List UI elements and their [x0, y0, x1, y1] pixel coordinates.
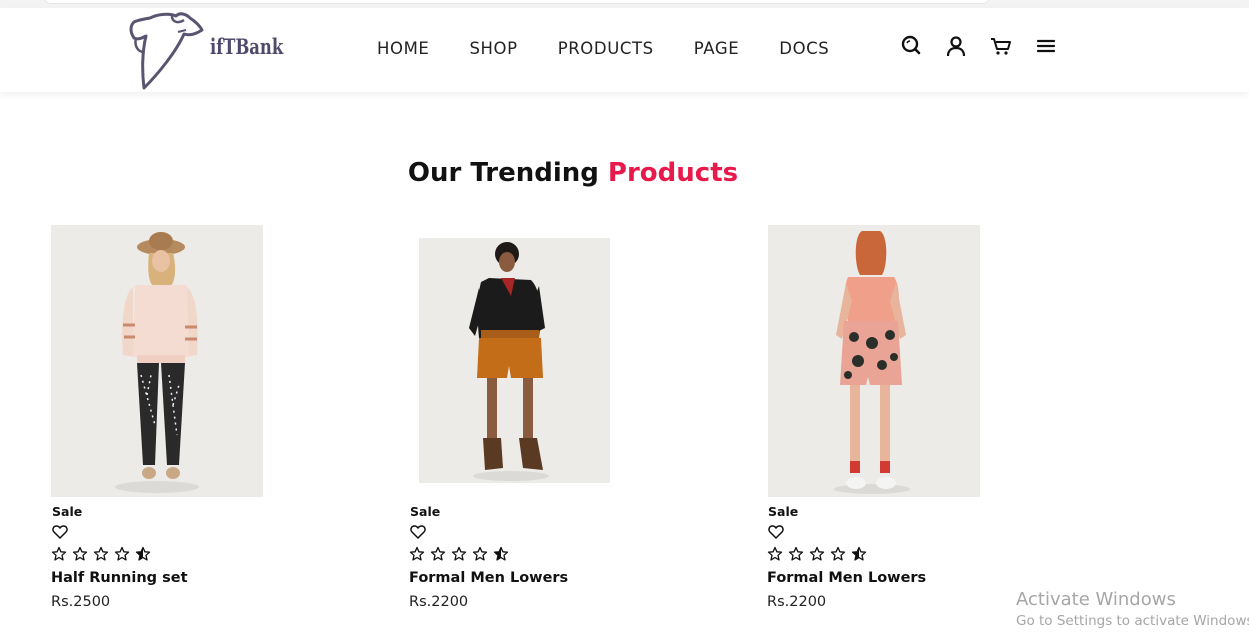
nav-item-page[interactable]: PAGE [694, 39, 740, 58]
sale-badge: Sale [410, 504, 441, 519]
nav-item-shop[interactable]: SHOP [469, 39, 517, 58]
cart-icon[interactable] [989, 34, 1013, 58]
star-outline-icon [114, 546, 135, 562]
nav-item-docs[interactable]: DOCS [779, 39, 829, 58]
product-image[interactable] [51, 225, 263, 497]
rating-stars [51, 546, 156, 562]
star-outline-icon [409, 546, 430, 562]
main-navigation: HOME SHOP PRODUCTS PAGE DOCS [377, 39, 869, 58]
menu-icon[interactable] [1034, 34, 1058, 58]
section-title-accent: Products [607, 158, 739, 188]
wishlist-heart-icon[interactable] [768, 524, 784, 540]
wishlist-heart-icon[interactable] [410, 524, 426, 540]
browser-top-strip [0, 0, 1249, 8]
tshirt-logo-icon [129, 12, 204, 90]
star-outline-icon [430, 546, 451, 562]
browser-address-bar[interactable] [44, 0, 990, 4]
product-name[interactable]: Half Running set [51, 570, 188, 586]
product-name[interactable]: Formal Men Lowers [409, 570, 568, 586]
star-half-icon [493, 546, 514, 562]
product-price: Rs.2200 [767, 594, 827, 610]
star-outline-icon [788, 546, 809, 562]
section-title: Our Trending Products [0, 158, 1146, 188]
site-logo[interactable]: ifTBank [128, 12, 318, 90]
user-icon[interactable] [944, 34, 968, 58]
site-header: ifTBank HOME SHOP PRODUCTS PAGE DOCS [0, 8, 1249, 92]
star-outline-icon [767, 546, 788, 562]
star-outline-icon [809, 546, 830, 562]
section-title-main: Our Trending [407, 158, 608, 188]
star-outline-icon [472, 546, 493, 562]
rating-stars [767, 546, 872, 562]
product-price: Rs.2200 [409, 594, 469, 610]
windows-activation-watermark: Activate Windows Go to Settings to activ… [1016, 589, 1249, 629]
product-name[interactable]: Formal Men Lowers [767, 570, 926, 586]
star-outline-icon [72, 546, 93, 562]
star-outline-icon [93, 546, 114, 562]
nav-item-products[interactable]: PRODUCTS [558, 39, 654, 58]
product-image[interactable] [768, 225, 980, 497]
star-half-icon [851, 546, 872, 562]
wishlist-heart-icon[interactable] [52, 524, 68, 540]
star-half-icon [135, 546, 156, 562]
star-outline-icon [830, 546, 851, 562]
sale-badge: Sale [768, 504, 799, 519]
nav-item-home[interactable]: HOME [377, 39, 429, 58]
star-outline-icon [51, 546, 72, 562]
logo-wordmark: ifTBank [210, 34, 284, 59]
product-price: Rs.2500 [51, 594, 111, 610]
watermark-title: Activate Windows [1016, 589, 1176, 610]
rating-stars [409, 546, 514, 562]
sale-badge: Sale [52, 504, 83, 519]
star-outline-icon [451, 546, 472, 562]
search-icon[interactable] [899, 34, 923, 58]
watermark-subtitle: Go to Settings to activate Windows. [1016, 613, 1249, 629]
header-icon-group [899, 34, 1079, 58]
product-image[interactable] [419, 238, 610, 483]
